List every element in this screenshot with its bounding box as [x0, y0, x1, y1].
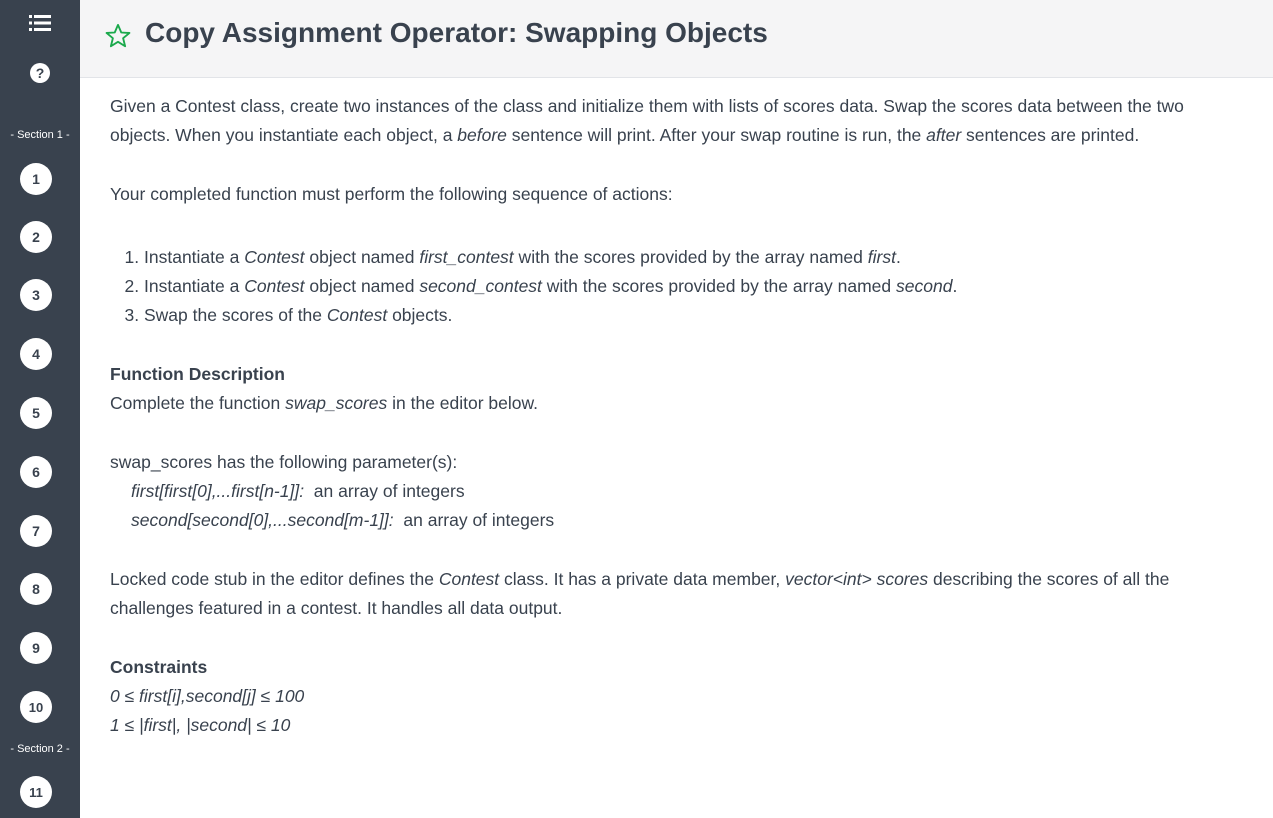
challenge-header: Copy Assignment Operator: Swapping Objec… [80, 0, 1273, 78]
question-2-button[interactable]: 2 [20, 221, 52, 253]
intro-paragraph: Given a Contest class, create two instan… [110, 96, 1184, 145]
section-2-label: - Section 2 - [10, 743, 70, 755]
sequence-intro: Your completed function must perform the… [110, 184, 673, 204]
function-description-text: Complete the function swap_scores in the… [110, 393, 539, 413]
star-icon[interactable] [104, 22, 132, 55]
section-1-label: - Section 1 - [10, 129, 70, 141]
question-1-button[interactable]: 1 [20, 163, 52, 195]
list-item: Instantiate a Contest object named secon… [144, 272, 1245, 301]
question-6-button[interactable]: 6 [20, 456, 52, 488]
action-steps-list: Instantiate a Contest object named first… [110, 243, 1245, 330]
question-5-button[interactable]: 5 [20, 397, 52, 429]
help-icon: ? [30, 63, 50, 83]
list-item: Swap the scores of the Contest objects. [144, 301, 1245, 330]
function-description-heading: Function Description [110, 364, 285, 384]
parameter-second: second[second[0],...second[m-1]]: an arr… [131, 510, 555, 530]
list-menu-icon[interactable] [0, 14, 80, 32]
constraint-line: 0 ≤ first[i],second[j] ≤ 100 [110, 686, 305, 706]
list-item: Instantiate a Contest object named first… [144, 243, 1245, 272]
parameter-first: first[first[0],...first[n-1]]: an array … [131, 481, 465, 501]
page-title: Copy Assignment Operator: Swapping Objec… [145, 17, 768, 48]
question-11-button[interactable]: 11 [20, 776, 52, 808]
question-7-button[interactable]: 7 [20, 515, 52, 547]
question-3-button[interactable]: 3 [20, 279, 52, 311]
constraints-heading: Constraints [110, 657, 208, 677]
help-button[interactable]: ? [0, 63, 80, 83]
question-10-button[interactable]: 10 [20, 691, 52, 723]
parameters-intro: swap_scores has the following parameter(… [110, 452, 458, 472]
problem-statement: Given a Contest class, create two instan… [110, 92, 1245, 740]
sidebar: ? - Section 1 - 1 2 3 4 5 6 7 8 9 10 - S… [0, 0, 80, 818]
question-8-button[interactable]: 8 [20, 573, 52, 605]
code-stub-paragraph: Locked code stub in the editor defines t… [110, 569, 1170, 618]
constraint-line: 1 ≤ |first|, |second| ≤ 10 [110, 715, 291, 735]
question-9-button[interactable]: 9 [20, 632, 52, 664]
question-4-button[interactable]: 4 [20, 338, 52, 370]
